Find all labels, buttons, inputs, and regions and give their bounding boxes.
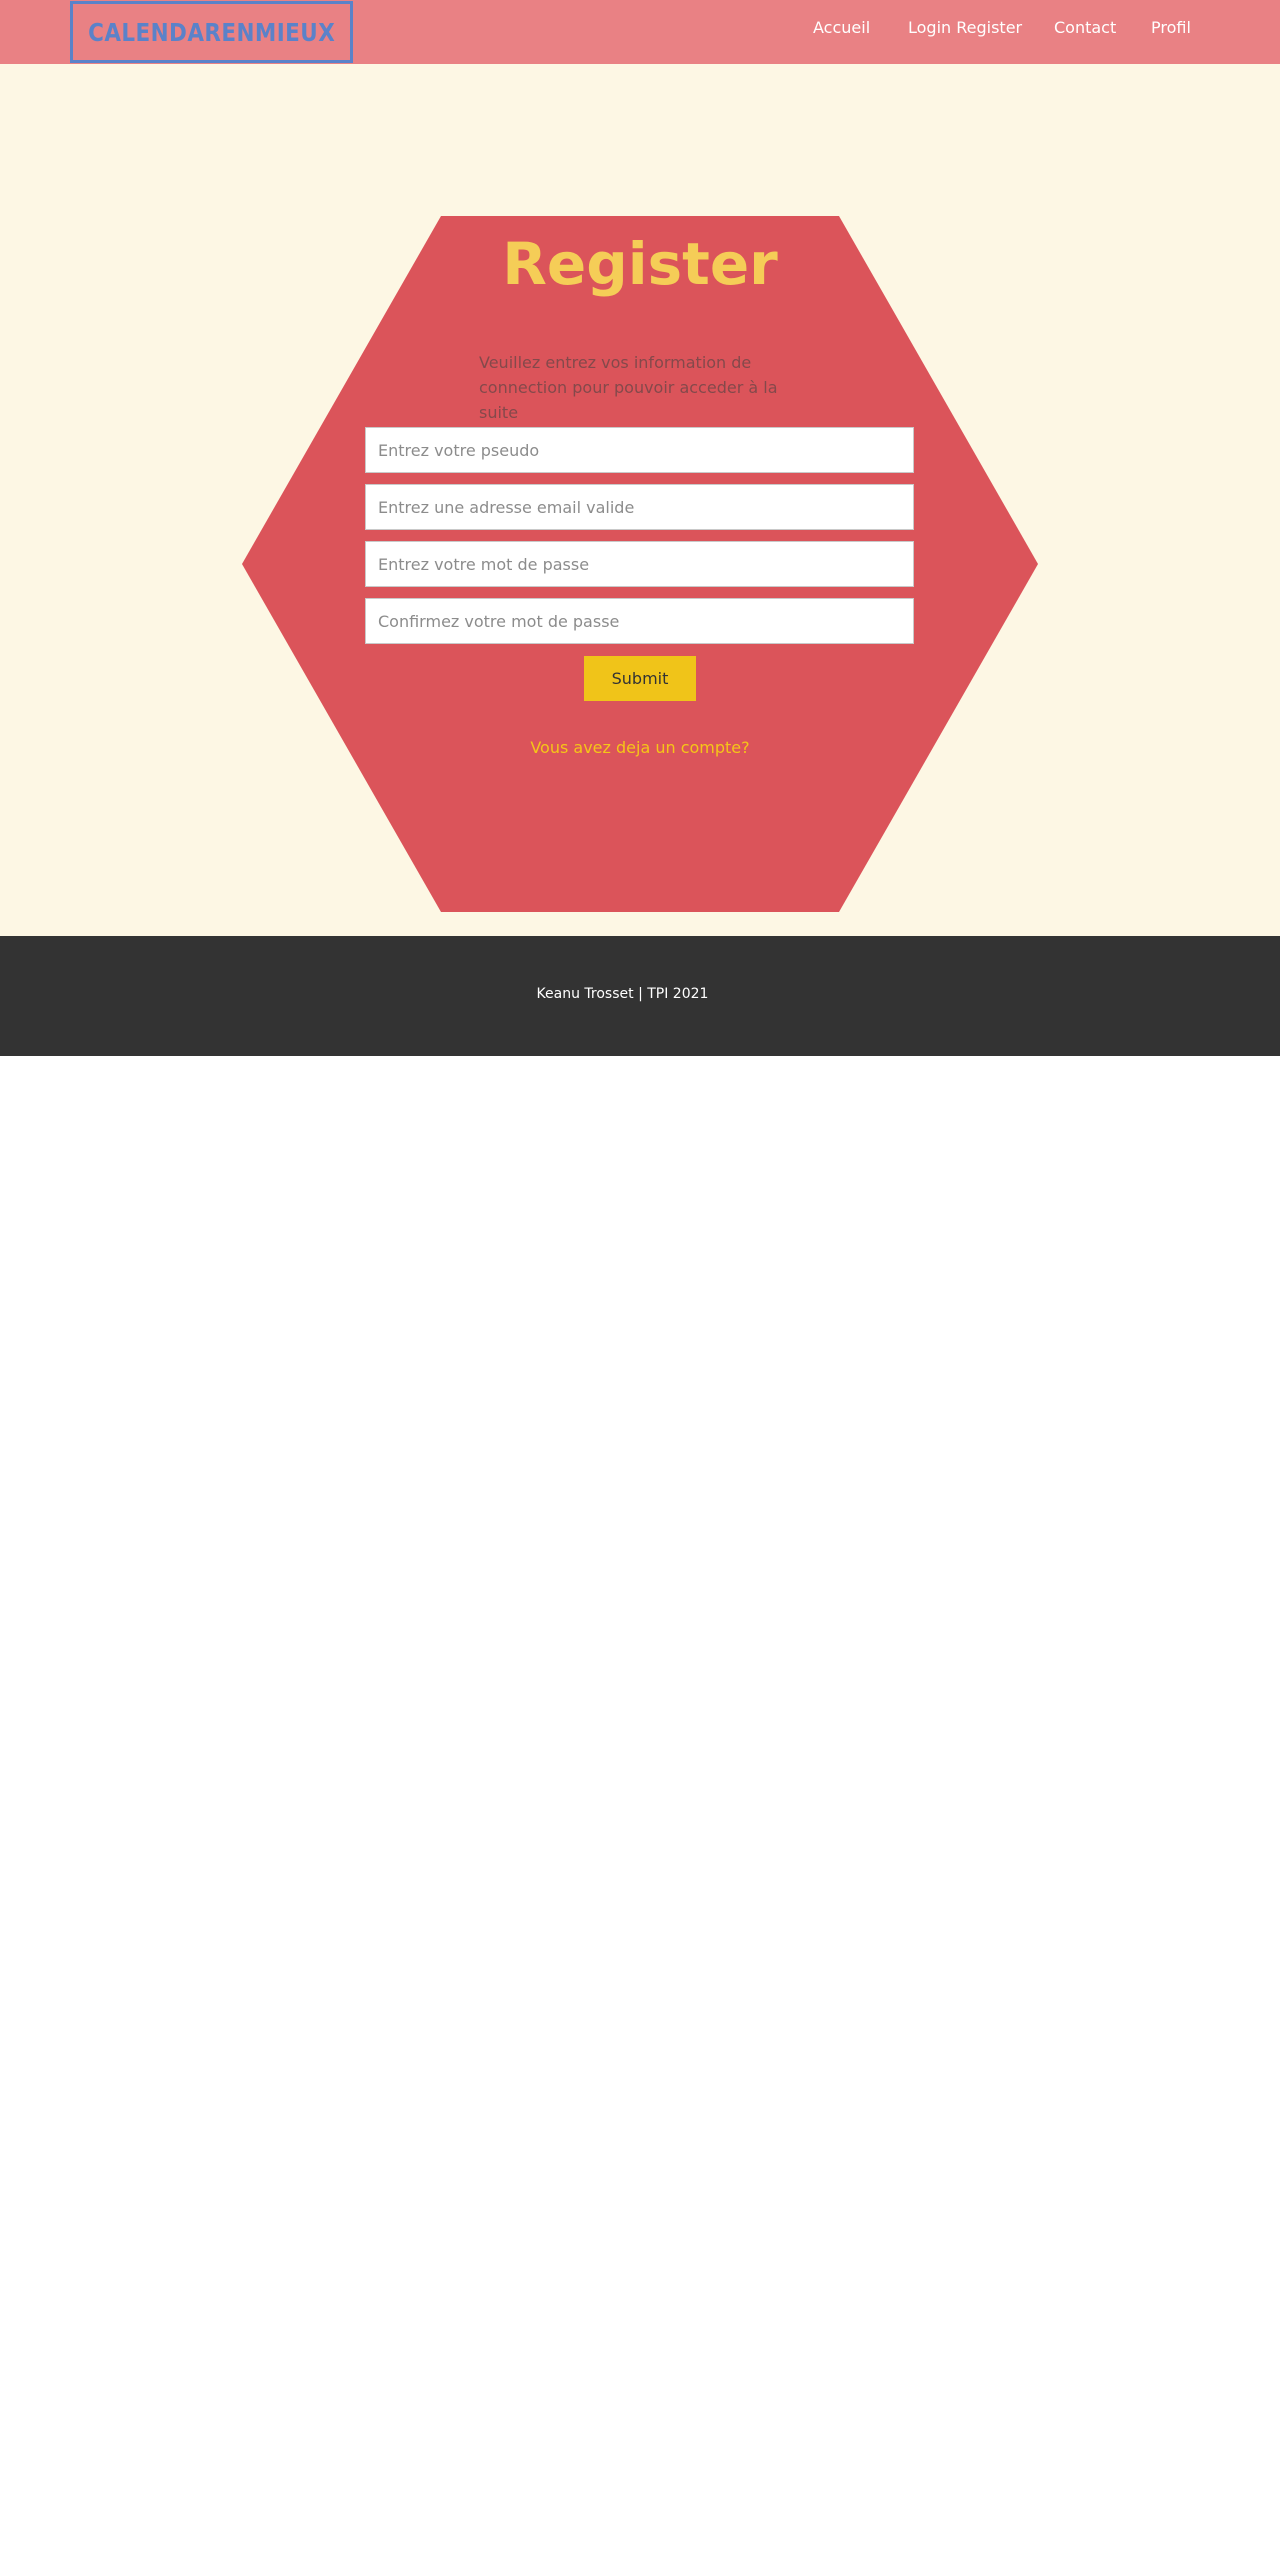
email-input[interactable] xyxy=(365,484,914,530)
footer-credit-text: Keanu Trosset | TPI 2021 xyxy=(536,986,709,1002)
register-title: Register xyxy=(502,230,778,298)
nav-link-profil[interactable]: Profil xyxy=(1151,18,1191,37)
already-have-account-link[interactable]: Vous avez deja un compte? xyxy=(530,738,749,757)
navbar: CALENDARENMIEUX Accueil Login Register C… xyxy=(0,0,1280,64)
pseudo-input[interactable] xyxy=(365,427,914,473)
nav-link-login-register[interactable]: Login Register xyxy=(908,18,1022,37)
nav-link-contact[interactable]: Contact xyxy=(1054,18,1116,37)
confirm-password-input[interactable] xyxy=(365,598,914,644)
footer: Keanu Trosset | TPI 2021 xyxy=(0,936,1280,1056)
login-link-row: Vous avez deja un compte? xyxy=(0,738,1280,757)
main-content: Register Veuillez entrez vos information… xyxy=(0,64,1280,936)
nav-link-accueil[interactable]: Accueil xyxy=(813,18,870,37)
submit-button[interactable]: Submit xyxy=(584,656,696,701)
register-intro-text: Veuillez entrez vos information de conne… xyxy=(479,353,778,422)
nav-links: Accueil Login Register Contact Profil xyxy=(0,0,1280,56)
password-input[interactable] xyxy=(365,541,914,587)
